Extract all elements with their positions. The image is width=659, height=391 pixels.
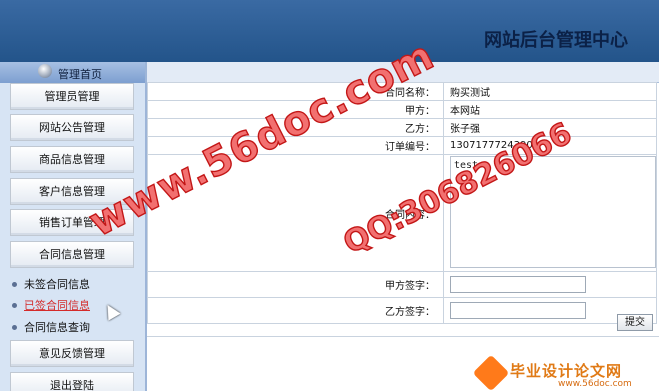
- divider: [147, 336, 659, 337]
- footer-logo: 毕业设计论文网 www.56doc.com: [472, 354, 659, 391]
- contract-content-textarea[interactable]: test: [450, 156, 656, 268]
- sidebar-item-admin[interactable]: 管理员管理: [10, 83, 134, 110]
- home-globe-icon: [38, 64, 52, 78]
- party-b-sign-input[interactable]: [450, 302, 586, 319]
- order-number-label: 订单编号：: [147, 136, 444, 155]
- site-title: 网站后台管理中心: [484, 30, 628, 51]
- sidebar-item-products[interactable]: 商品信息管理: [10, 146, 134, 173]
- party-a-sign-label: 甲方签字：: [147, 271, 444, 298]
- submit-button[interactable]: 提交: [617, 314, 653, 331]
- sidebar-item-customers[interactable]: 客户信息管理: [10, 178, 134, 205]
- contract-content-label: 合同内容：: [147, 154, 444, 272]
- bullet-icon: [12, 324, 17, 330]
- party-b-sign-label: 乙方签字：: [147, 297, 444, 324]
- sidebar-home-label: 管理首页: [58, 68, 102, 81]
- contract-content-cell: test: [443, 154, 657, 272]
- party-a-value: 本网站: [443, 100, 657, 119]
- subitem-label: 未签合同信息: [24, 278, 90, 291]
- party-a-label: 甲方：: [147, 100, 444, 119]
- logo-icon: [472, 354, 510, 391]
- order-number-value: 1307177724390: [443, 136, 657, 155]
- contract-name-value: 购买测试: [443, 82, 657, 101]
- party-b-label: 乙方：: [147, 118, 444, 137]
- sidebar-item-logout[interactable]: 退出登陆: [10, 372, 134, 391]
- sidebar-item-contracts[interactable]: 合同信息管理: [10, 241, 134, 268]
- sidebar-item-feedback[interactable]: 意见反馈管理: [10, 340, 134, 367]
- sidebar-item-orders[interactable]: 销售订单管理: [10, 209, 134, 236]
- header-bar: 网站后台管理中心: [0, 0, 659, 62]
- contract-form: 合同名称： 购买测试 甲方： 本网站 乙方： 张子强 订单编号： 1307177…: [147, 82, 659, 391]
- subitem-unsigned-contracts[interactable]: 未签合同信息: [12, 276, 90, 292]
- contract-form-table: 合同名称： 购买测试 甲方： 本网站 乙方： 张子强 订单编号： 1307177…: [147, 82, 657, 324]
- subitem-label: 合同信息查询: [24, 321, 90, 334]
- logo-url: www.56doc.com: [558, 379, 632, 389]
- party-a-sign-cell: [443, 271, 657, 298]
- sidebar-item-announcements[interactable]: 网站公告管理: [10, 114, 134, 141]
- logo-title: 毕业设计论文网: [510, 362, 623, 380]
- subitem-contract-query[interactable]: 合同信息查询: [12, 319, 90, 335]
- contract-name-label: 合同名称：: [147, 82, 444, 101]
- subitem-label: 已签合同信息: [24, 299, 90, 312]
- subitem-signed-contracts[interactable]: 已签合同信息: [12, 297, 90, 313]
- party-b-value: 张子强: [443, 118, 657, 137]
- sidebar-home[interactable]: 管理首页: [0, 62, 145, 83]
- bullet-icon: [12, 302, 17, 308]
- sidebar: 管理首页 管理员管理 网站公告管理 商品信息管理 客户信息管理 销售订单管理 合…: [0, 62, 147, 391]
- bullet-icon: [12, 281, 17, 287]
- party-a-sign-input[interactable]: [450, 276, 586, 293]
